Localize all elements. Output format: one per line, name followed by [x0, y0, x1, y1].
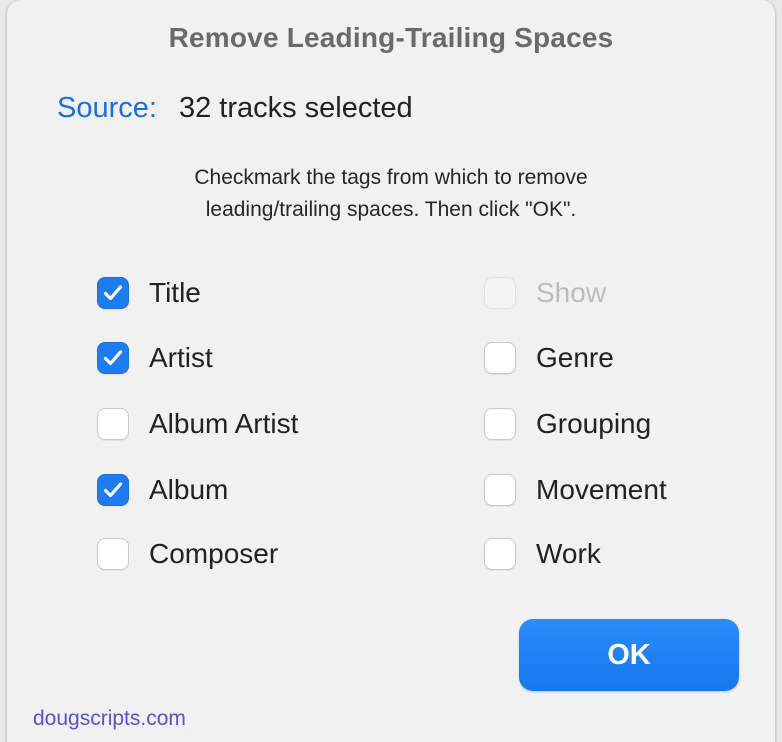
checkbox-box[interactable]: [484, 342, 516, 374]
checkbox-box[interactable]: [484, 538, 516, 570]
checkbox-box[interactable]: [97, 474, 129, 506]
checkbox-label: Composer: [149, 538, 279, 569]
checkbox-label: Title: [149, 277, 201, 308]
checkbox-album-artist[interactable]: Album Artist: [97, 404, 298, 444]
checkmark-icon: [103, 350, 123, 366]
checkbox-box[interactable]: [484, 474, 516, 506]
checkmark-icon: [103, 482, 123, 498]
checkbox-label: Grouping: [536, 408, 652, 439]
dougscripts-link[interactable]: dougscripts.com: [33, 707, 186, 731]
checkmark-icon: [103, 285, 123, 301]
source-label: Source:: [57, 92, 157, 124]
checkbox-label: Genre: [536, 342, 614, 373]
checkbox-box: [484, 277, 516, 309]
checkbox-box[interactable]: [97, 277, 129, 309]
checkbox-label: Work: [536, 538, 601, 569]
checkbox-work[interactable]: Work: [484, 534, 601, 574]
dialog-title: Remove Leading-Trailing Spaces: [168, 22, 614, 53]
checkbox-box[interactable]: [97, 538, 129, 570]
checkbox-grouping[interactable]: Grouping: [484, 404, 651, 444]
checkbox-box[interactable]: [484, 408, 516, 440]
source-row: Source: 32 tracks selected: [57, 92, 413, 125]
checkbox-label: Artist: [149, 342, 213, 373]
checkbox-label: Album: [149, 474, 229, 505]
instructions-text: Checkmark the tags from which to remove …: [7, 162, 775, 226]
instructions-line-2: leading/trailing spaces. Then click "OK"…: [205, 198, 577, 221]
checkbox-label: Show: [536, 277, 607, 308]
remove-spaces-dialog: Remove Leading-Trailing Spaces Source: 32…: [6, 0, 776, 742]
checkbox-label: Album Artist: [149, 408, 299, 439]
checkbox-show: Show: [484, 273, 606, 313]
instructions-line-1: Checkmark the tags from which to remove: [194, 166, 588, 189]
checkbox-label: Movement: [536, 474, 667, 505]
checkbox-movement[interactable]: Movement: [484, 470, 667, 510]
checkbox-title[interactable]: Title: [97, 273, 201, 313]
checkbox-box[interactable]: [97, 408, 129, 440]
source-value: 32 tracks selected: [178, 92, 413, 124]
checkbox-genre[interactable]: Genre: [484, 338, 614, 378]
ok-button[interactable]: OK: [519, 619, 739, 691]
checkbox-box[interactable]: [97, 342, 129, 374]
checkbox-composer[interactable]: Composer: [97, 534, 278, 574]
checkbox-artist[interactable]: Artist: [97, 338, 213, 378]
checkbox-album[interactable]: Album: [97, 470, 228, 510]
